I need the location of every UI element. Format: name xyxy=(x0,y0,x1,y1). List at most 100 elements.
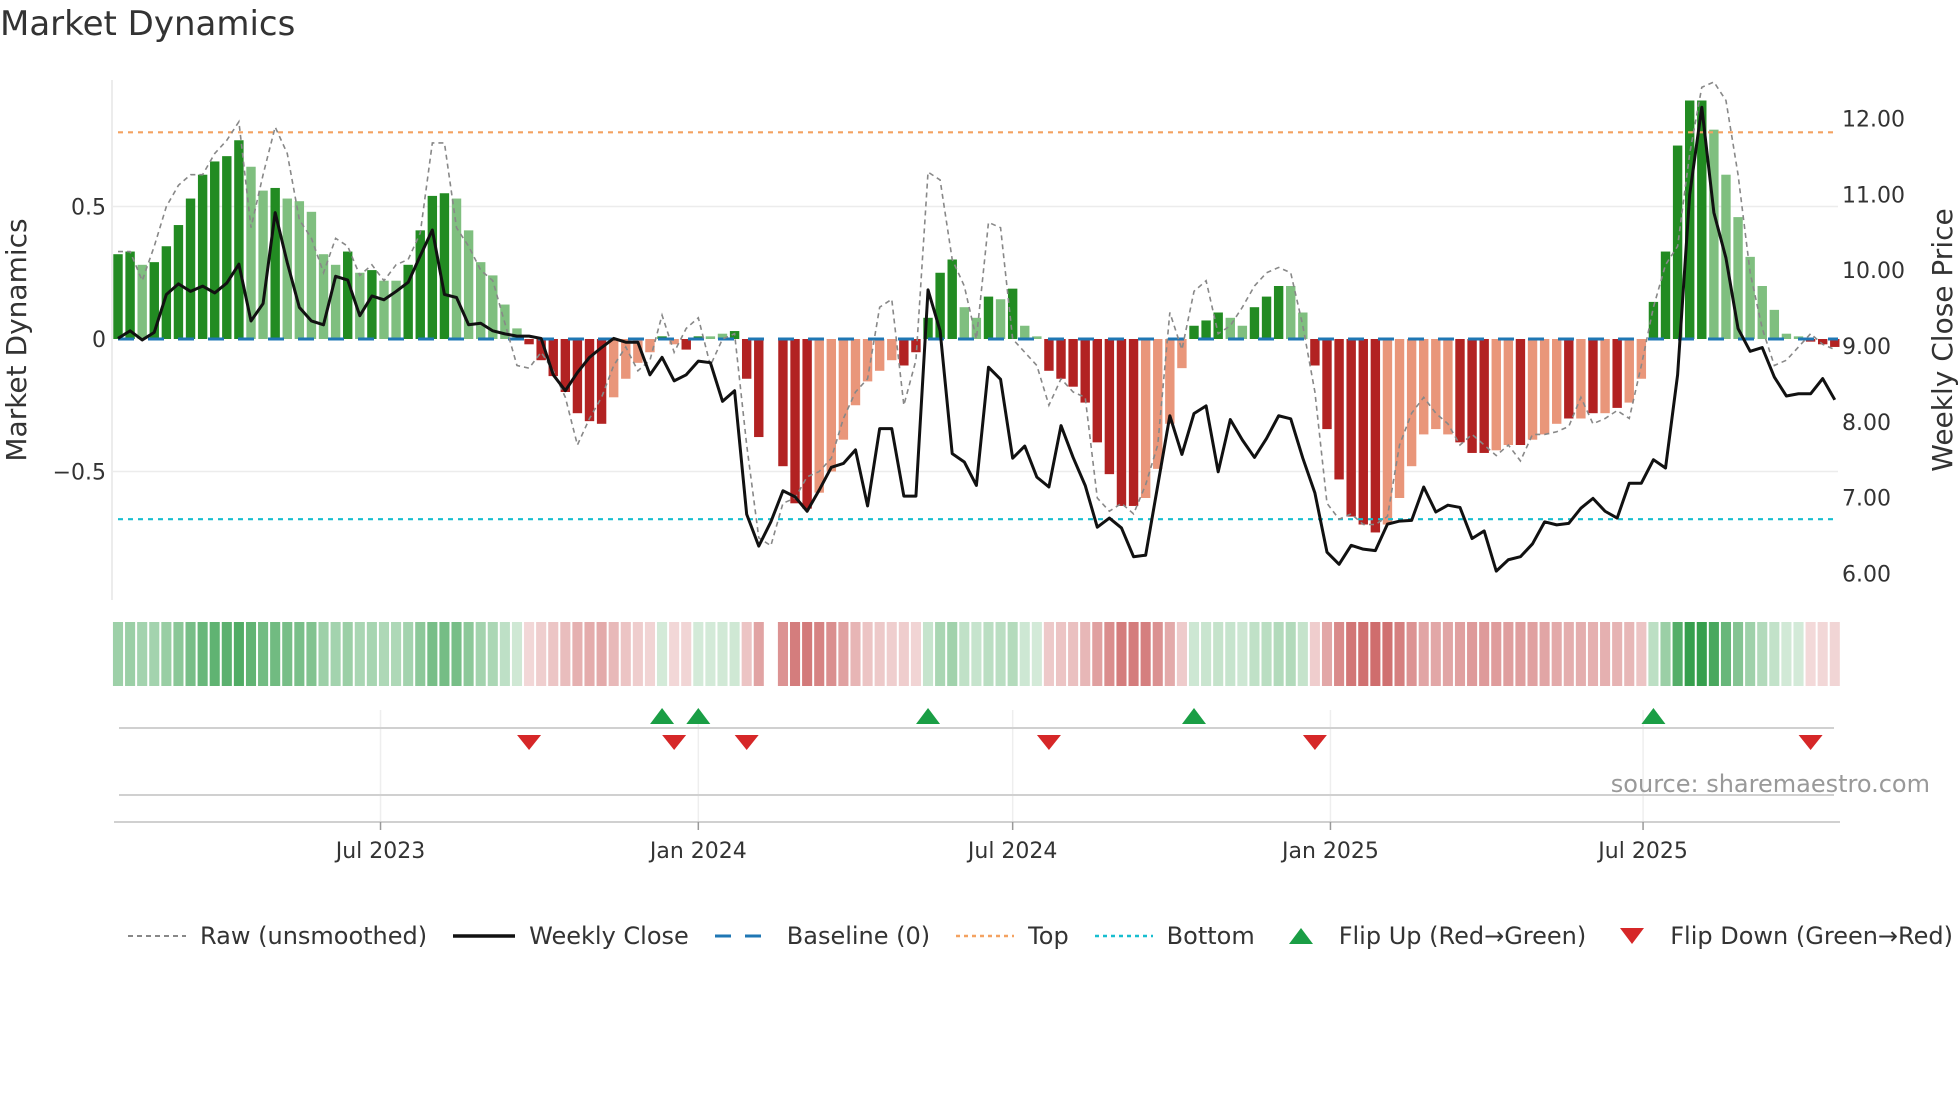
momentum-bar xyxy=(1491,339,1501,451)
heat-strip-cell xyxy=(1358,622,1369,686)
legend-flip-up-label: Flip Up (Red→Green) xyxy=(1338,922,1587,950)
heat-strip-cell xyxy=(802,622,813,686)
momentum-bar xyxy=(947,259,957,339)
x-tick-label: Jan 2024 xyxy=(648,839,747,864)
heat-strip-cell xyxy=(1116,622,1127,686)
heat-strip-cell xyxy=(245,622,257,686)
momentum-bar xyxy=(1552,339,1562,424)
momentum-bar xyxy=(439,193,450,339)
legend-baseline: Baseline (0) xyxy=(714,922,931,950)
triangle-up-icon xyxy=(1288,928,1313,944)
heat-strip-cell xyxy=(1201,622,1212,686)
heat-strip-cell xyxy=(427,622,438,686)
momentum-bar xyxy=(379,280,389,339)
heat-strip-cell xyxy=(1261,622,1272,686)
heat-strip-cell xyxy=(1394,622,1405,686)
x-tick-label: Jul 2025 xyxy=(1596,839,1688,864)
legend-bottom: Bottom xyxy=(1094,922,1255,950)
momentum-bar xyxy=(790,339,800,504)
momentum-bar xyxy=(1636,339,1647,379)
heat-strip-cell xyxy=(1334,622,1345,686)
heat-strip-cell xyxy=(1430,622,1441,686)
legend-baseline-label: Baseline (0) xyxy=(786,922,931,950)
heat-strip-cell xyxy=(1406,622,1417,686)
momentum-bar xyxy=(1104,339,1115,475)
momentum-bar xyxy=(125,251,135,339)
heat-strip-cell xyxy=(717,622,728,686)
heat-strip-cell xyxy=(1769,622,1780,686)
momentum-bar xyxy=(1237,325,1248,339)
heat-strip-cell xyxy=(1587,622,1599,686)
heat-strip-cell xyxy=(862,622,873,686)
y2-tick-label: 6.00 xyxy=(1842,562,1891,587)
heat-strip-cell xyxy=(1454,622,1466,686)
y-axis-label: Market Dynamics xyxy=(0,218,33,461)
legend: Raw (unsmoothed) Weekly Close Baseline (… xyxy=(128,922,1960,950)
legend-bottom-label: Bottom xyxy=(1166,922,1255,950)
momentum-bar xyxy=(1612,339,1622,408)
momentum-bar xyxy=(1515,339,1526,445)
heat-strip-cell xyxy=(354,622,365,686)
heat-strip-cell xyxy=(439,622,450,686)
heat-strip-cell xyxy=(378,622,390,686)
momentum-bar xyxy=(1080,339,1090,403)
y2-axis-label: Weekly Close Price xyxy=(1926,208,1959,471)
momentum-bar xyxy=(681,339,691,350)
legend-raw: Raw (unsmoothed) xyxy=(128,922,427,950)
momentum-bar xyxy=(1249,307,1260,339)
raw-line-swatch xyxy=(128,935,186,937)
heat-strip-cell xyxy=(1781,622,1792,686)
heat-strip-cell xyxy=(826,622,837,686)
heat-strip-cell xyxy=(1285,622,1296,686)
legend-flip-up: Flip Up (Red→Green) xyxy=(1281,922,1587,950)
heat-strip-cell xyxy=(1164,622,1175,686)
momentum-bar xyxy=(814,339,824,493)
heat-strip-cell xyxy=(741,622,752,686)
flip-up-marker xyxy=(686,708,711,724)
momentum-bar xyxy=(1467,339,1477,453)
heat-strip-cell xyxy=(644,622,656,686)
momentum-bar xyxy=(1020,325,1030,339)
momentum-bar xyxy=(270,187,280,339)
heat-strip-cell xyxy=(185,622,196,686)
heat-strip-cell xyxy=(1696,622,1707,686)
heat-strip-cell xyxy=(874,622,885,686)
momentum-bar xyxy=(1600,339,1610,414)
momentum-bar xyxy=(1322,339,1332,430)
momentum-bar xyxy=(1660,251,1671,339)
heat-strip-cell xyxy=(1418,622,1429,686)
heat-strip-cell xyxy=(318,622,329,686)
momentum-bar xyxy=(427,195,438,339)
heat-strip-cell xyxy=(1213,622,1224,686)
momentum-bar xyxy=(887,339,897,361)
y2-tick-label: 9.00 xyxy=(1842,335,1891,360)
momentum-bar xyxy=(282,198,292,339)
legend-close: Weekly Close xyxy=(453,922,689,950)
heat-strip-cell xyxy=(112,622,124,686)
momentum-bar xyxy=(318,254,329,339)
momentum-bar xyxy=(983,296,994,339)
momentum-bar xyxy=(1334,339,1344,480)
heat-strip-cell xyxy=(693,622,704,686)
momentum-bar xyxy=(995,299,1006,339)
heat-strip-cell xyxy=(1479,622,1490,686)
momentum-bar xyxy=(778,339,788,467)
heat-strip-cell xyxy=(1382,622,1393,686)
heat-strip-cell xyxy=(1442,622,1453,686)
heat-strip-cell xyxy=(1043,622,1054,686)
heat-strip-cell xyxy=(850,622,861,686)
heat-strip-cell xyxy=(403,622,414,686)
momentum-bar xyxy=(113,254,123,339)
momentum-bar xyxy=(367,270,377,339)
baseline-swatch xyxy=(714,934,773,938)
heat-strip-cell xyxy=(511,622,523,686)
momentum-bar xyxy=(1201,320,1211,339)
heat-strip-cell xyxy=(258,622,269,686)
heat-strip-cell xyxy=(306,622,317,686)
heat-strip-cell xyxy=(1237,622,1248,686)
heat-strip-cell xyxy=(777,622,788,686)
heat-strip-cell xyxy=(1757,622,1768,686)
heat-strip-cell xyxy=(1176,622,1187,686)
heat-strip-cell xyxy=(161,622,172,686)
momentum-bar xyxy=(1370,339,1381,533)
